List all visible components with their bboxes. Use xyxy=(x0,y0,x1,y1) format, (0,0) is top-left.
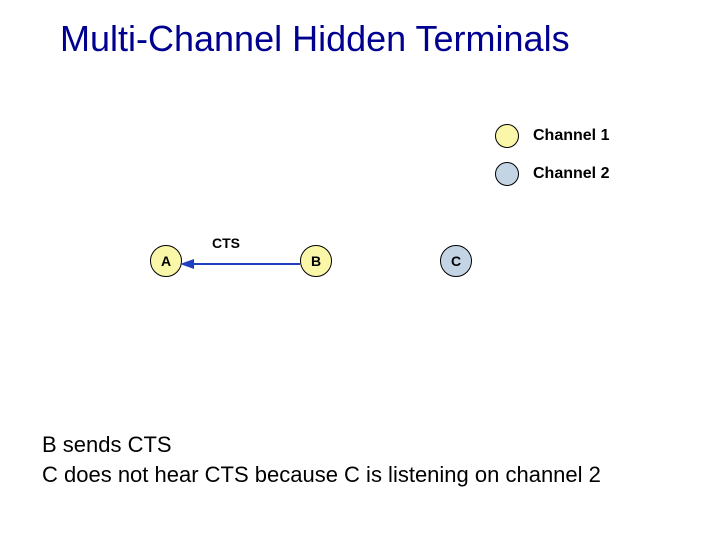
legend-swatch-channel-2 xyxy=(495,162,519,186)
legend-label-channel-2: Channel 2 xyxy=(533,165,609,183)
caption: B sends CTS C does not hear CTS because … xyxy=(42,430,601,489)
legend-row-channel-1: Channel 1 xyxy=(495,124,609,148)
cts-arrow-icon xyxy=(180,257,302,271)
cts-arrow-label: CTS xyxy=(212,235,240,251)
node-b: B xyxy=(300,245,332,277)
node-a: A xyxy=(150,245,182,277)
node-b-label: B xyxy=(311,253,321,269)
caption-line-1: B sends CTS xyxy=(42,430,601,460)
slide-title: Multi-Channel Hidden Terminals xyxy=(60,18,570,60)
caption-line-2: C does not hear CTS because C is listeni… xyxy=(42,460,601,490)
node-c: C xyxy=(440,245,472,277)
node-c-label: C xyxy=(451,253,461,269)
legend-row-channel-2: Channel 2 xyxy=(495,162,609,186)
legend-swatch-channel-1 xyxy=(495,124,519,148)
node-a-label: A xyxy=(161,253,171,269)
legend: Channel 1 Channel 2 xyxy=(495,124,609,200)
legend-label-channel-1: Channel 1 xyxy=(533,127,609,145)
slide: Multi-Channel Hidden Terminals Channel 1… xyxy=(0,0,720,540)
node-diagram: A CTS B C xyxy=(150,245,550,305)
